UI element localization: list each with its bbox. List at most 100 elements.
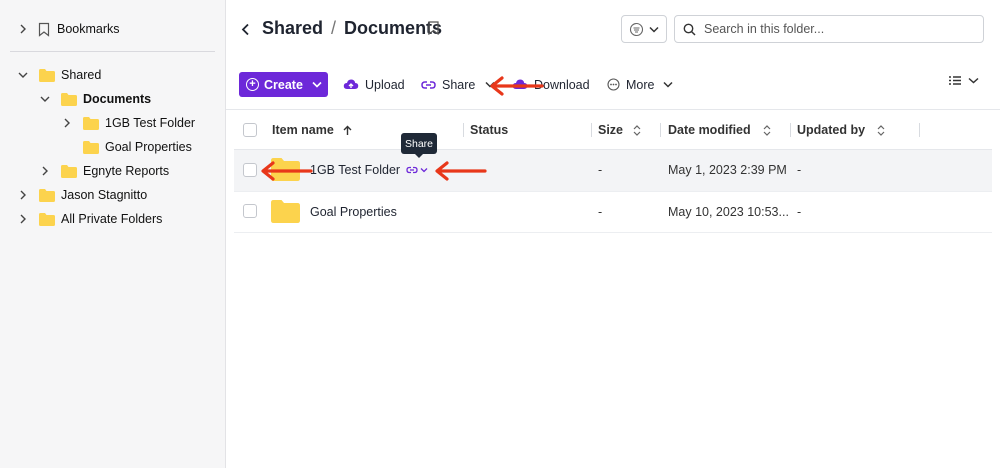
sidebar-item-bookmarks[interactable]: Bookmarks	[16, 17, 120, 41]
upload-button[interactable]: Upload	[343, 72, 405, 97]
sidebar-item-label: Jason Stagnitto	[61, 188, 148, 202]
annotation-arrow-icon	[490, 76, 544, 96]
bookmark-icon	[38, 22, 50, 37]
column-separator[interactable]	[660, 123, 661, 137]
folder-icon	[83, 140, 99, 154]
sort-updown-icon	[877, 124, 885, 136]
breadcrumb-separator: /	[331, 18, 337, 38]
sidebar-item-label: Bookmarks	[57, 22, 120, 36]
column-separator[interactable]	[790, 123, 791, 137]
column-header-date-modified[interactable]: Date modified	[668, 117, 771, 143]
list-view-icon	[949, 76, 961, 85]
column-header-updated-by[interactable]: Updated by	[797, 117, 885, 143]
folder-icon	[61, 164, 77, 178]
column-label: Size	[598, 123, 624, 137]
chevron-right-icon[interactable]	[38, 164, 52, 178]
chevron-right-icon[interactable]	[60, 116, 74, 130]
column-label: Date modified	[668, 123, 751, 137]
chevron-right-icon[interactable]	[16, 22, 30, 36]
sidebar-item-goal-properties[interactable]: Goal Properties	[74, 135, 192, 159]
link-icon	[406, 166, 418, 174]
chevron-down-icon[interactable]	[38, 92, 52, 106]
back-button[interactable]	[236, 18, 254, 40]
more-label: More	[626, 77, 655, 92]
share-tooltip: Share	[401, 133, 437, 158]
search-icon	[683, 23, 696, 36]
sidebar: Bookmarks Shared Documents 1GB Test Fold…	[0, 0, 226, 468]
column-separator[interactable]	[591, 123, 592, 137]
search-box[interactable]	[674, 15, 984, 43]
column-label: Updated by	[797, 123, 866, 137]
sidebar-item-label: Egnyte Reports	[83, 164, 170, 178]
item-name[interactable]: 1GB Test Folder	[310, 163, 400, 177]
chevron-down-icon	[420, 168, 428, 173]
column-label: Status	[470, 123, 509, 137]
upload-label: Upload	[365, 77, 405, 92]
filter-dropdown[interactable]	[621, 15, 667, 43]
more-circle-icon	[607, 78, 620, 91]
size-cell: -	[598, 163, 603, 177]
sidebar-item-label: Documents	[83, 92, 152, 106]
chevron-down-icon	[649, 26, 659, 33]
column-header-size[interactable]: Size	[598, 117, 641, 143]
search-input[interactable]	[704, 22, 964, 36]
chevron-right-icon[interactable]	[16, 212, 30, 226]
sort-updown-icon	[633, 124, 641, 136]
select-all-checkbox[interactable]	[243, 123, 257, 137]
divider	[226, 109, 1000, 110]
sidebar-item-jason-stagnitto[interactable]: Jason Stagnitto	[16, 183, 147, 207]
column-header-item-name[interactable]: Item name	[272, 117, 352, 143]
folder-icon	[271, 200, 300, 223]
folder-icon	[39, 212, 55, 226]
chevron-down-icon	[968, 77, 979, 84]
annotation-arrow-icon	[261, 161, 313, 181]
column-separator[interactable]	[463, 123, 464, 137]
sidebar-item-label: Goal Properties	[105, 140, 192, 154]
chevron-left-icon	[241, 23, 249, 35]
bookmark-icon[interactable]	[428, 21, 439, 38]
plus-circle-icon: +	[246, 78, 259, 91]
chevron-down-icon	[312, 81, 322, 88]
date-modified-cell: May 10, 2023 10:53...	[668, 205, 789, 219]
inline-share-button[interactable]	[406, 163, 432, 177]
column-label: Item name	[272, 123, 334, 137]
link-icon	[421, 80, 436, 89]
create-label: Create	[264, 77, 303, 92]
sort-updown-icon	[763, 124, 771, 136]
sidebar-item-all-private-folders[interactable]: All Private Folders	[16, 207, 162, 231]
folder-icon	[83, 116, 99, 130]
sort-up-icon	[343, 125, 352, 135]
divider	[10, 51, 215, 52]
divider	[234, 232, 992, 233]
more-button[interactable]: More	[607, 72, 679, 97]
annotation-arrow-icon	[435, 161, 487, 181]
sidebar-item-documents[interactable]: Documents	[38, 87, 151, 111]
view-mode-dropdown[interactable]	[949, 76, 979, 85]
share-label: Share	[442, 77, 476, 92]
sidebar-item-1gb-test-folder[interactable]: 1GB Test Folder	[60, 111, 195, 135]
sidebar-item-shared[interactable]: Shared	[16, 63, 101, 87]
chevron-down-icon	[663, 81, 674, 88]
folder-icon	[39, 188, 55, 202]
tooltip-label: Share	[404, 137, 434, 150]
item-name[interactable]: Goal Properties	[310, 205, 397, 219]
chevron-right-icon[interactable]	[16, 188, 30, 202]
row-checkbox[interactable]	[243, 163, 257, 177]
updated-by-cell: -	[797, 205, 802, 219]
sidebar-item-label: 1GB Test Folder	[105, 116, 196, 130]
breadcrumb: Shared / Documents	[262, 18, 442, 39]
sidebar-item-label: Shared	[61, 68, 102, 82]
row-checkbox[interactable]	[243, 204, 257, 218]
chevron-down-icon[interactable]	[16, 68, 30, 82]
breadcrumb-shared[interactable]: Shared	[262, 18, 323, 39]
date-modified-cell: May 1, 2023 2:39 PM	[668, 163, 787, 177]
folder-icon	[39, 68, 55, 82]
size-cell: -	[598, 205, 603, 219]
column-separator[interactable]	[919, 123, 920, 137]
create-button[interactable]: + Create	[239, 72, 328, 97]
sidebar-item-egnyte-reports[interactable]: Egnyte Reports	[38, 159, 169, 183]
column-header-status[interactable]: Status	[470, 117, 508, 143]
upload-cloud-icon	[343, 79, 359, 89]
updated-by-cell: -	[797, 163, 802, 177]
filter-icon	[629, 22, 643, 36]
